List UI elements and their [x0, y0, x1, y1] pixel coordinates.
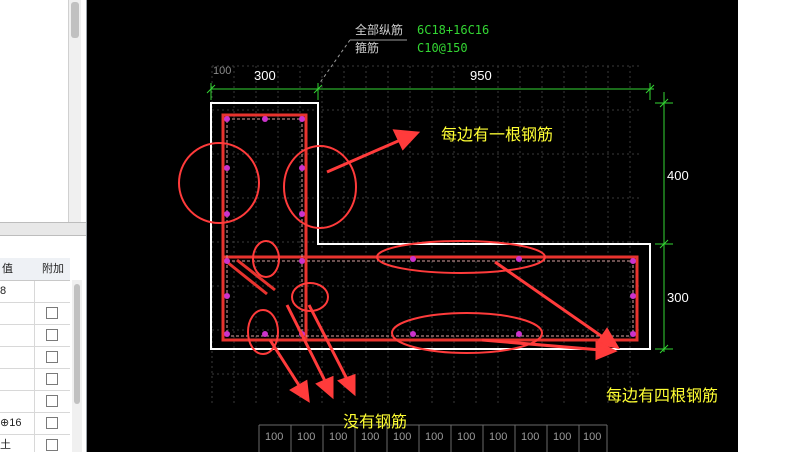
stirrup-horizontal — [221, 255, 639, 342]
scale-label: 100 — [361, 431, 379, 443]
dimension-400-right: 400 — [667, 168, 689, 183]
property-value[interactable]: 土 — [0, 435, 35, 452]
table-row[interactable] — [0, 303, 70, 325]
property-value[interactable] — [0, 303, 35, 324]
scale-label: 100 — [489, 431, 507, 443]
scale-label: 100 — [583, 431, 601, 443]
property-value[interactable] — [0, 325, 35, 346]
property-table-scrollbar[interactable] — [72, 280, 82, 452]
scale-label: 100 — [425, 431, 443, 443]
property-value[interactable] — [0, 369, 35, 390]
bottom-scale-labels: 100 100 100 100 100 100 100 100 100 100 … — [265, 431, 601, 443]
grid-left-label: 100 — [213, 65, 231, 77]
scale-label: 100 — [393, 431, 411, 443]
property-value[interactable] — [0, 391, 35, 412]
dimension-300-right: 300 — [667, 290, 689, 305]
rebar-dot — [262, 116, 268, 122]
value-stirrup: C10@150 — [417, 41, 468, 55]
extra-checkbox[interactable] — [46, 351, 58, 363]
extra-checkbox[interactable] — [46, 395, 58, 407]
rebar-dot — [224, 331, 230, 337]
rebar-dot — [630, 293, 636, 299]
stirrup-inner-line — [226, 118, 303, 337]
extra-checkbox[interactable] — [46, 373, 58, 385]
markup-circle — [252, 240, 280, 278]
column-header-extra: 附加 — [36, 258, 70, 281]
arrowhead — [337, 373, 356, 397]
label-longitudinal: 全部纵筋 — [355, 22, 403, 37]
arrowhead — [392, 129, 421, 151]
drawing-canvas[interactable]: 100 100 100 100 100 100 100 100 100 100 … — [87, 0, 738, 452]
label-stirrup: 箍筋 — [355, 40, 379, 55]
rebar-dot — [410, 331, 416, 337]
dimension-300-top: 300 — [254, 68, 276, 83]
extra-checkbox[interactable] — [46, 307, 58, 319]
rebar-dot — [299, 258, 305, 264]
table-row[interactable]: 土 — [0, 435, 70, 452]
leader-line — [318, 39, 351, 85]
extra-checkbox[interactable] — [46, 417, 58, 429]
rebar-dot — [224, 165, 230, 171]
dimension-950-top: 950 — [470, 68, 492, 83]
arrowhead — [315, 375, 334, 400]
annotation-each-side-one: 每边有一根钢筋 — [441, 126, 553, 144]
scale-label: 100 — [553, 431, 571, 443]
rebar-dot — [299, 211, 305, 217]
scale-label: 100 — [329, 431, 347, 443]
drawing-grid — [211, 65, 642, 405]
rebar-dot — [224, 116, 230, 122]
markup-circle — [283, 145, 357, 229]
rebar-dot — [410, 256, 416, 262]
left-panel: 值 附加 8 ⊕16 土 — [0, 0, 87, 452]
panel-splitter[interactable] — [0, 222, 86, 236]
dimension-lines — [206, 83, 673, 354]
rebar-points — [224, 116, 636, 337]
rebar-dot — [224, 211, 230, 217]
markup-circle — [178, 142, 260, 224]
rebar-dot — [262, 331, 268, 337]
table-row[interactable]: ⊕16 — [0, 413, 70, 435]
section-outline — [210, 102, 651, 350]
scale-label: 100 — [297, 431, 315, 443]
table-row[interactable] — [0, 325, 70, 347]
scrollbar-thumb[interactable] — [71, 2, 79, 38]
rebar-dot — [299, 165, 305, 171]
rebar-dot — [516, 256, 522, 262]
section-drawing: 100 100 100 100 100 100 100 100 100 100 … — [178, 22, 718, 452]
rebar-dot — [224, 293, 230, 299]
component-list-scrollbar[interactable] — [68, 0, 81, 222]
rebar-dot — [630, 258, 636, 264]
property-value[interactable] — [0, 347, 35, 368]
extra-checkbox[interactable] — [46, 329, 58, 341]
rebar-dot — [224, 258, 230, 264]
table-row[interactable]: 8 — [0, 281, 70, 303]
scale-label: 100 — [457, 431, 475, 443]
scale-label: 100 — [265, 431, 283, 443]
rebar-dot — [630, 331, 636, 337]
table-row[interactable] — [0, 347, 70, 369]
scrollbar-thumb[interactable] — [74, 284, 80, 404]
table-row[interactable] — [0, 391, 70, 413]
extra-checkbox[interactable] — [46, 439, 58, 451]
table-row[interactable] — [0, 369, 70, 391]
annotation-each-side-four: 每边有四根钢筋 — [606, 387, 718, 405]
rebar-dot — [516, 331, 522, 337]
property-value[interactable]: ⊕16 — [0, 413, 35, 434]
annotation-no-rebar: 没有钢筋 — [343, 413, 407, 431]
scale-label: 100 — [521, 431, 539, 443]
property-value[interactable]: 8 — [0, 281, 35, 302]
value-longitudinal: 6C18+16C16 — [417, 23, 489, 37]
rebar-dot — [299, 116, 305, 122]
right-margin — [738, 0, 810, 452]
stirrup-vertical — [221, 113, 308, 342]
column-header-value: 值 — [0, 258, 37, 281]
